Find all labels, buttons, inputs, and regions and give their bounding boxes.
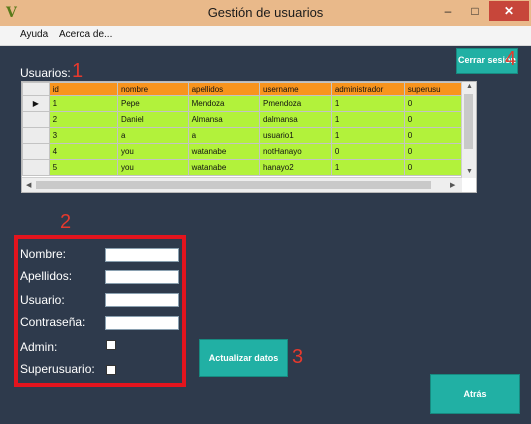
table-row[interactable]: ▶ 1 Pepe Mendoza Pmendoza 1 0 [22, 95, 476, 112]
cell-username[interactable]: usuario1 [258, 127, 332, 144]
cell-nombre[interactable]: Pepe [116, 95, 189, 112]
vertical-scrollbar[interactable]: ▲ ▼ [461, 82, 476, 178]
horizontal-scroll-thumb[interactable] [36, 181, 431, 189]
menu-bar: Ayuda Acerca de... [0, 26, 531, 46]
cell-administrador[interactable]: 1 [330, 95, 405, 112]
menu-acerca-de[interactable]: Acerca de... [59, 29, 112, 40]
cell-apellidos[interactable]: a [187, 127, 260, 144]
close-button[interactable]: ✕ [489, 1, 529, 21]
contrasena-label: Contraseña: [20, 315, 86, 329]
back-button[interactable]: Atrás [430, 374, 520, 414]
col-header-nombre[interactable]: nombre [116, 82, 189, 96]
superusuario-label: Superusuario: [20, 362, 95, 376]
menu-ayuda[interactable]: Ayuda [20, 29, 48, 40]
cell-nombre[interactable]: you [116, 159, 189, 176]
cell-administrador[interactable]: 1 [330, 127, 405, 144]
row-header[interactable] [22, 111, 50, 128]
scroll-left-icon[interactable]: ◀ [26, 181, 31, 189]
horizontal-scrollbar[interactable]: ◀ ▶ [22, 177, 462, 192]
annotation-3: 3 [292, 346, 304, 368]
annotation-2: 2 [60, 211, 72, 233]
update-data-button[interactable]: Actualizar datos [199, 339, 288, 377]
table-row[interactable]: 4 you watanabe notHanayo 0 0 [22, 143, 476, 160]
usuario-label: Usuario: [20, 293, 65, 307]
table-header-row: id nombre apellidos username administrad… [22, 82, 476, 96]
contrasena-input[interactable] [105, 316, 179, 330]
row-header[interactable] [22, 159, 50, 176]
cell-apellidos[interactable]: watanabe [187, 143, 260, 160]
cell-administrador[interactable]: 0 [330, 143, 405, 160]
cell-apellidos[interactable]: Mendoza [187, 95, 260, 112]
superusuario-checkbox[interactable] [106, 365, 116, 375]
admin-label: Admin: [20, 340, 58, 354]
cell-username[interactable]: hanayo2 [258, 159, 332, 176]
table-row[interactable]: 5 you watanabe hanayo2 1 0 [22, 159, 476, 176]
cell-nombre[interactable]: a [116, 127, 189, 144]
current-row-indicator[interactable]: ▶ [22, 95, 50, 112]
cell-apellidos[interactable]: watanabe [187, 159, 260, 176]
scroll-down-icon[interactable]: ▼ [466, 168, 473, 175]
cell-administrador[interactable]: 1 [330, 111, 405, 128]
table-row[interactable]: 3 a a usuario1 1 0 [22, 127, 476, 144]
col-header-apellidos[interactable]: apellidos [187, 82, 260, 96]
title-bar: V Gestión de usuarios – □ ✕ [0, 0, 531, 27]
col-header-administrador[interactable]: administrador [330, 82, 405, 96]
vertical-scroll-thumb[interactable] [464, 94, 473, 149]
users-grid[interactable]: id nombre apellidos username administrad… [21, 81, 477, 193]
cell-id[interactable]: 1 [48, 95, 118, 112]
cell-nombre[interactable]: you [116, 143, 189, 160]
cell-nombre[interactable]: Daniel [116, 111, 189, 128]
cell-id[interactable]: 3 [48, 127, 118, 144]
usuario-input[interactable] [105, 293, 179, 307]
cell-username[interactable]: Pmendoza [258, 95, 332, 112]
table-row[interactable]: 2 Daniel Almansa dalmansa 1 0 [22, 111, 476, 128]
nombre-label: Nombre: [20, 247, 67, 261]
cell-apellidos[interactable]: Almansa [187, 111, 260, 128]
cell-id[interactable]: 4 [48, 143, 118, 160]
maximize-button[interactable]: □ [462, 1, 488, 21]
cell-administrador[interactable]: 1 [330, 159, 405, 176]
row-header-corner [22, 82, 50, 96]
scroll-up-icon[interactable]: ▲ [466, 83, 473, 90]
apellidos-input[interactable] [105, 270, 179, 284]
annotation-4: 4 [505, 48, 517, 70]
row-header[interactable] [22, 127, 50, 144]
minimize-button[interactable]: – [435, 1, 461, 21]
usuarios-label: Usuarios: [20, 66, 71, 80]
cell-id[interactable]: 2 [48, 111, 118, 128]
users-table: id nombre apellidos username administrad… [22, 82, 476, 176]
annotation-1: 1 [72, 60, 84, 82]
cell-username[interactable]: dalmansa [258, 111, 332, 128]
row-header[interactable] [22, 143, 50, 160]
cell-username[interactable]: notHanayo [258, 143, 332, 160]
cell-id[interactable]: 5 [48, 159, 118, 176]
col-header-id[interactable]: id [48, 82, 118, 96]
scroll-right-icon[interactable]: ▶ [450, 181, 455, 189]
col-header-username[interactable]: username [258, 82, 332, 96]
apellidos-label: Apellidos: [20, 269, 73, 283]
admin-checkbox[interactable] [106, 340, 116, 350]
nombre-input[interactable] [105, 248, 179, 262]
